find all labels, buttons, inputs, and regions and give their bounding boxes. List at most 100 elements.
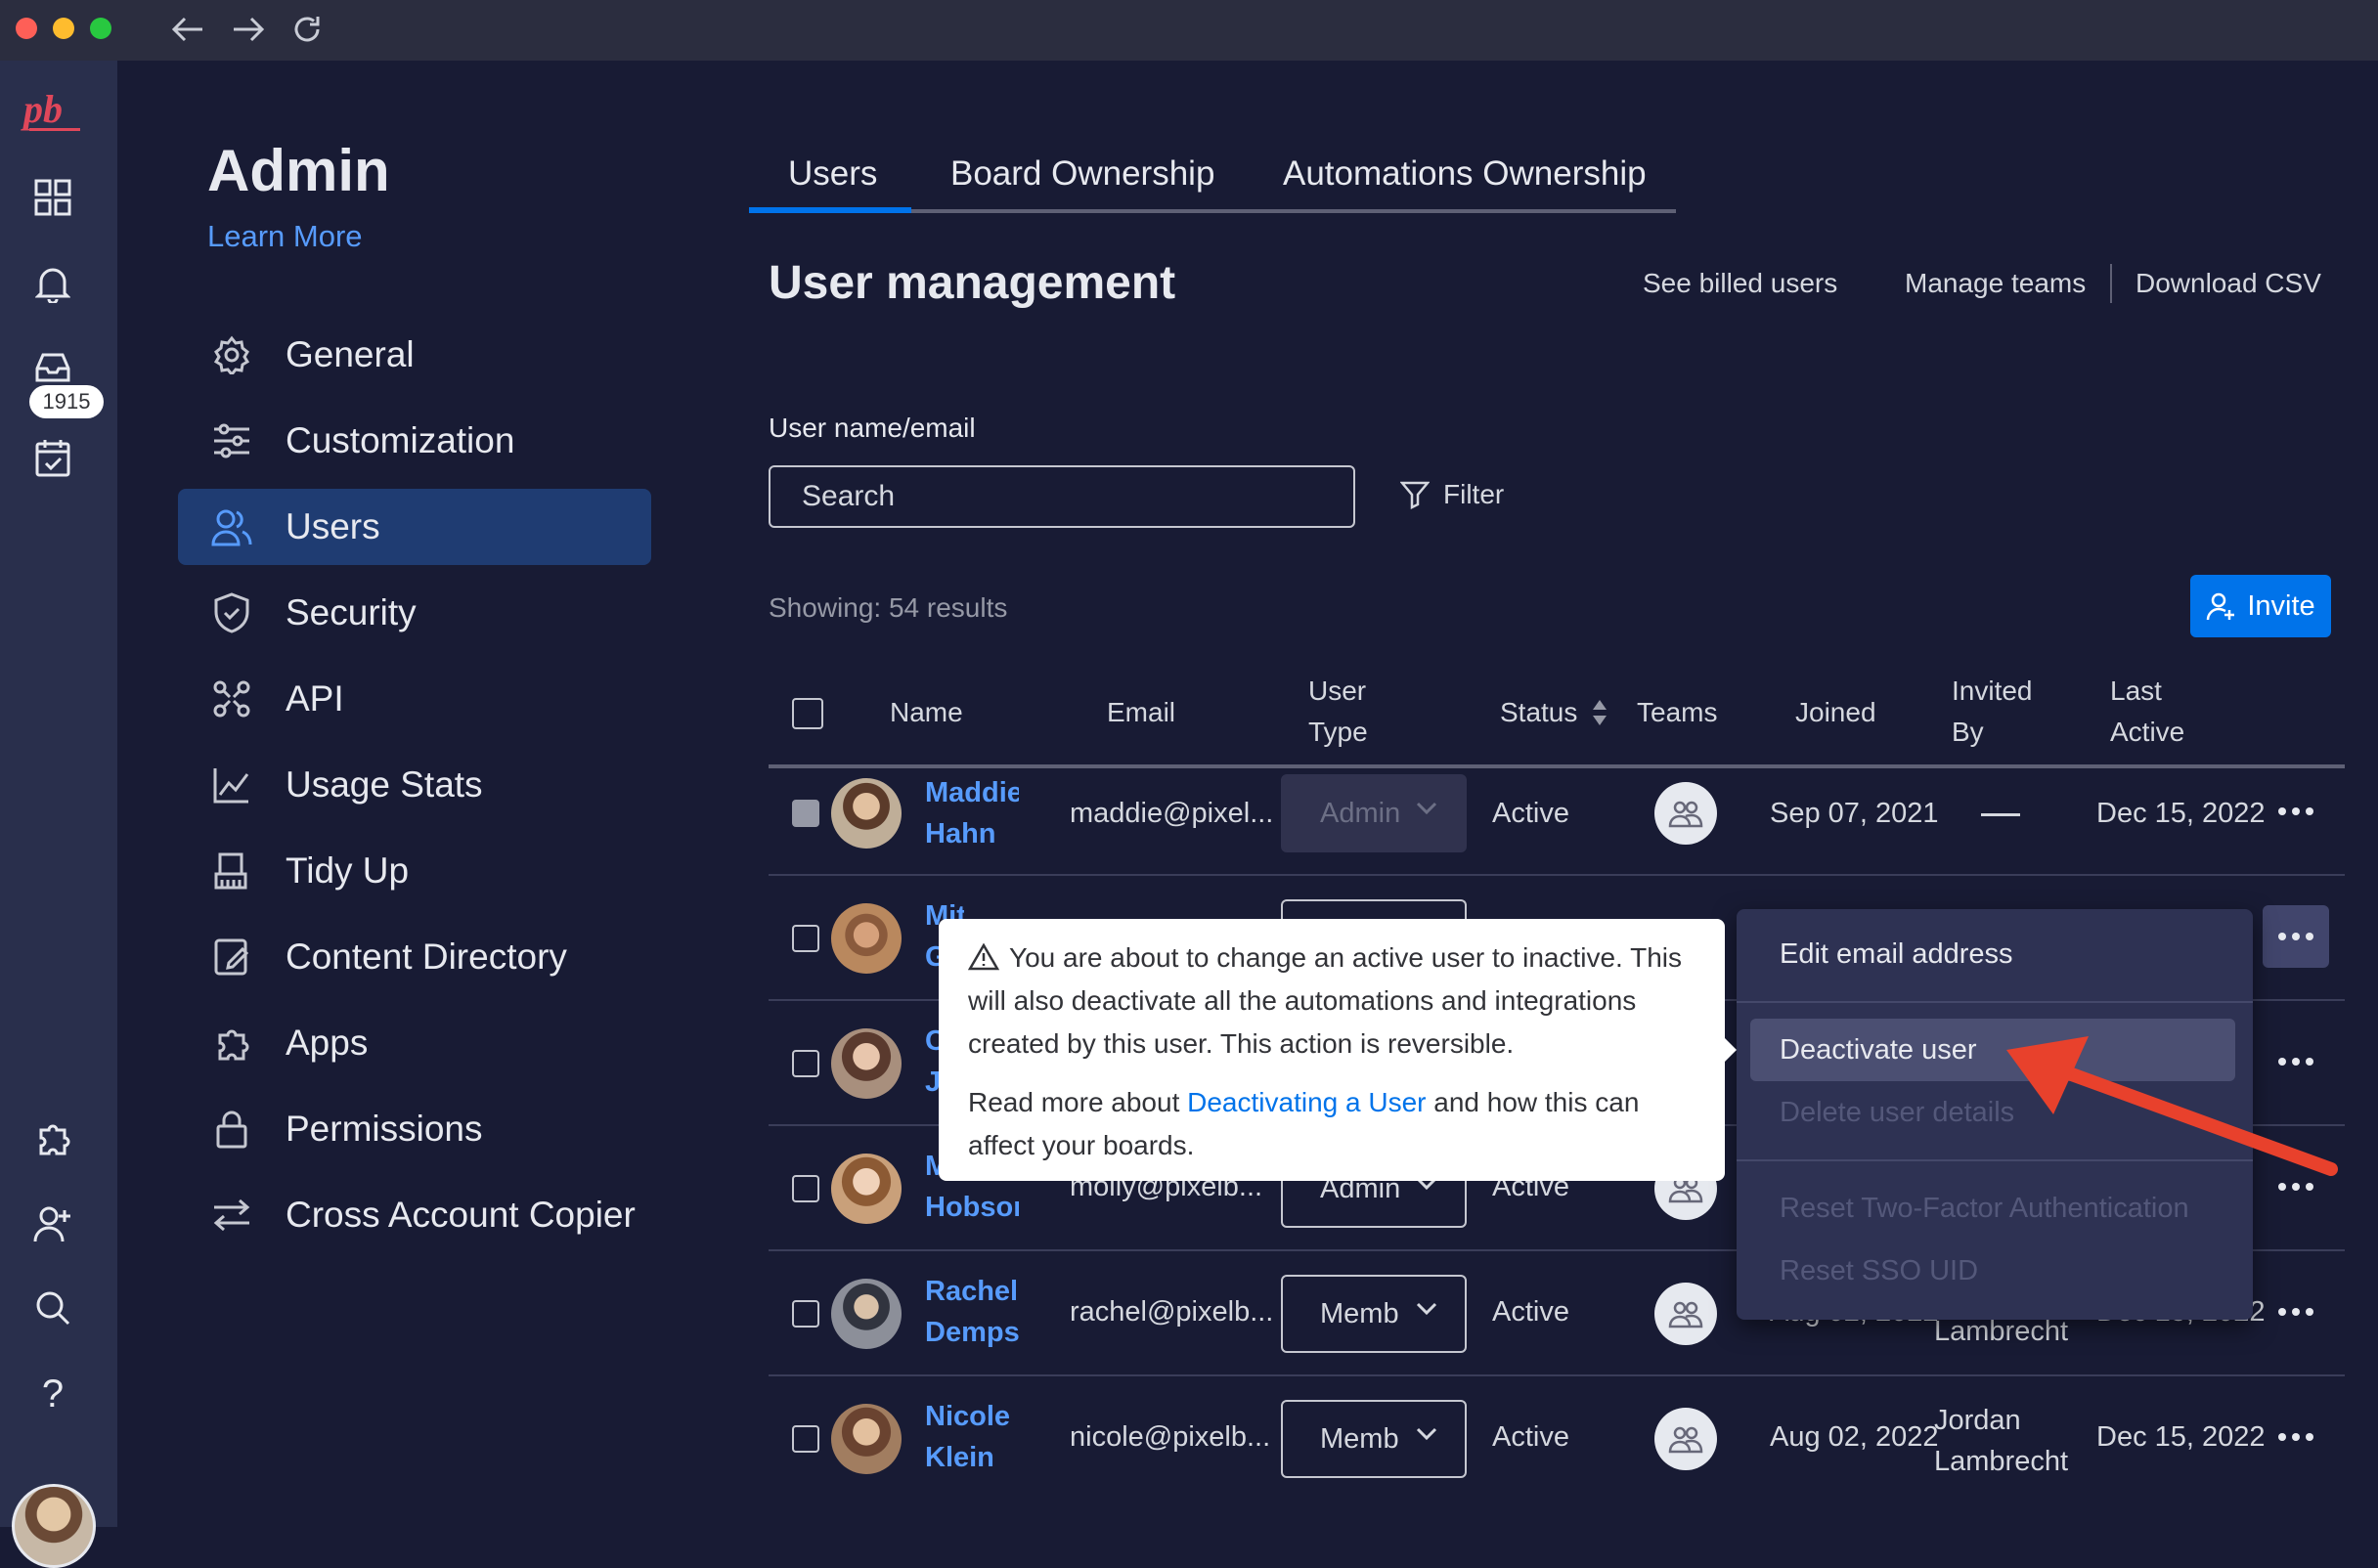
- sidebar-item-label: Content Directory: [286, 936, 567, 977]
- sidebar-item-users[interactable]: Users: [178, 489, 651, 565]
- deactivate-warning-tooltip: You are about to change an active user t…: [939, 919, 1725, 1181]
- avatar: [831, 1028, 902, 1099]
- lock-icon: [178, 1110, 286, 1149]
- column-header-email[interactable]: Email: [1107, 692, 1175, 733]
- invited-by-empty: [1981, 813, 2020, 816]
- user-name-link[interactable]: Nicole Klein: [925, 1396, 1019, 1478]
- header-line: By: [1952, 717, 1984, 747]
- row-checkbox[interactable]: [792, 1175, 819, 1202]
- column-header-teams[interactable]: Teams: [1637, 692, 1717, 733]
- help-icon[interactable]: ?: [29, 1371, 76, 1417]
- last-name: Hobson: [925, 1192, 1019, 1223]
- sidebar-item-cross-account-copier[interactable]: Cross Account Copier: [178, 1177, 651, 1253]
- user-name-link[interactable]: Maddie Hahn: [925, 772, 1019, 854]
- see-billed-users-link[interactable]: See billed users: [1643, 268, 1837, 299]
- warning-icon: [967, 942, 1000, 971]
- row-checkbox[interactable]: [792, 800, 819, 827]
- search-icon[interactable]: [29, 1285, 76, 1331]
- email-cell: rachel@pixelb...: [1070, 1296, 1274, 1328]
- reload-icon[interactable]: [287, 10, 327, 49]
- sidebar-item-usage-stats[interactable]: Usage Stats: [178, 747, 651, 823]
- sidebar-item-general[interactable]: General: [178, 317, 651, 393]
- tooltip-warning-text: You are about to change an active user t…: [967, 936, 1695, 1066]
- calendar-check-icon[interactable]: [29, 434, 76, 481]
- header-line: Active: [2110, 717, 2185, 747]
- teams-icon[interactable]: [1654, 1408, 1717, 1470]
- header-line: User: [1308, 675, 1367, 706]
- sidebar-item-tidy-up[interactable]: Tidy Up: [178, 833, 651, 909]
- sidebar-item-security[interactable]: Security: [178, 575, 651, 651]
- inviter-last: Lambrecht: [1934, 1446, 2069, 1477]
- menu-divider: [1737, 1159, 2253, 1161]
- swap-icon: [178, 1198, 286, 1232]
- manage-teams-link[interactable]: Manage teams: [1905, 268, 2086, 299]
- last-name: Dempse: [925, 1317, 1019, 1348]
- puzzle-icon[interactable]: [29, 1114, 76, 1161]
- row-actions-button[interactable]: [2263, 1406, 2329, 1468]
- teams-icon[interactable]: [1654, 1283, 1717, 1345]
- header-line: Last: [2110, 675, 2162, 706]
- back-icon[interactable]: [168, 10, 207, 49]
- puzzle-icon: [178, 1024, 286, 1063]
- learn-more-link[interactable]: Learn More: [207, 219, 363, 254]
- teams-icon[interactable]: [1654, 782, 1717, 845]
- sidebar-item-api[interactable]: API: [178, 661, 651, 737]
- tab-board-ownership[interactable]: Board Ownership: [950, 154, 1214, 194]
- grid-icon[interactable]: [29, 174, 76, 221]
- avatar[interactable]: [12, 1484, 96, 1568]
- edit-email-menu-item[interactable]: Edit email address: [1750, 923, 2235, 985]
- chevron-down-icon: [1416, 802, 1437, 815]
- status-cell: Active: [1492, 798, 1569, 829]
- row-checkbox[interactable]: [792, 1300, 819, 1328]
- column-header-invited-by[interactable]: Invited By: [1952, 671, 2033, 753]
- sidebar-item-apps[interactable]: Apps: [178, 1005, 651, 1081]
- logo-icon[interactable]: pb: [16, 82, 94, 141]
- user-name-link[interactable]: CJ: [925, 1021, 939, 1103]
- close-window-button[interactable]: [16, 18, 37, 39]
- user-name-link[interactable]: Rachel Dempse: [925, 1271, 1019, 1353]
- minimize-window-button[interactable]: [53, 18, 74, 39]
- column-header-joined[interactable]: Joined: [1795, 692, 1876, 733]
- row-actions-button[interactable]: [2263, 1281, 2329, 1343]
- download-csv-link[interactable]: Download CSV: [2136, 268, 2321, 299]
- sidebar-item-content-directory[interactable]: Content Directory: [178, 919, 651, 995]
- deactivating-user-link[interactable]: Deactivating a User: [1187, 1087, 1426, 1117]
- row-actions-button[interactable]: [2263, 1030, 2329, 1093]
- tab-automations-ownership[interactable]: Automations Ownership: [1283, 154, 1647, 194]
- user-type-value: Admin: [1320, 797, 1401, 829]
- row-actions-button[interactable]: [2263, 1155, 2329, 1218]
- zoom-window-button[interactable]: [90, 18, 111, 39]
- column-header-last-active[interactable]: Last Active: [2110, 671, 2184, 753]
- user-type-select[interactable]: Memb: [1281, 1275, 1467, 1353]
- row-checkbox[interactable]: [792, 1425, 819, 1453]
- row-actions-button[interactable]: [2263, 905, 2329, 968]
- forward-icon[interactable]: [229, 10, 268, 49]
- column-header-name[interactable]: Name: [890, 692, 963, 733]
- sliders-icon: [178, 421, 286, 460]
- last-active-cell: Dec 15, 2022: [2096, 1421, 2266, 1453]
- sort-icon[interactable]: [1591, 698, 1608, 727]
- deactivate-user-menu-item[interactable]: Deactivate user: [1750, 1019, 2235, 1081]
- user-type-select[interactable]: Memb: [1281, 1400, 1467, 1478]
- sidebar-item-label: Permissions: [286, 1109, 483, 1149]
- chevron-down-icon: [1416, 1427, 1437, 1441]
- bell-icon[interactable]: [29, 260, 76, 307]
- row-checkbox[interactable]: [792, 925, 819, 952]
- search-input[interactable]: [769, 465, 1355, 528]
- filter-button[interactable]: Filter: [1400, 479, 1504, 510]
- column-header-user-type[interactable]: User Type: [1308, 671, 1368, 753]
- shield-icon: [178, 592, 286, 633]
- header-label: Status: [1500, 697, 1578, 727]
- sidebar-item-customization[interactable]: Customization: [178, 403, 651, 479]
- sidebar-item-permissions[interactable]: Permissions: [178, 1091, 651, 1167]
- inbox-icon[interactable]: [29, 344, 76, 391]
- column-header-status[interactable]: Status: [1500, 692, 1608, 733]
- last-name: J: [925, 1067, 939, 1098]
- add-user-icon[interactable]: [29, 1200, 76, 1247]
- invite-button[interactable]: Invite: [2190, 575, 2331, 637]
- select-all-checkbox[interactable]: [792, 698, 823, 729]
- sidebar-item-label: Customization: [286, 420, 515, 460]
- tab-users[interactable]: Users: [788, 154, 877, 194]
- row-checkbox[interactable]: [792, 1050, 819, 1077]
- row-actions-button[interactable]: [2263, 780, 2329, 843]
